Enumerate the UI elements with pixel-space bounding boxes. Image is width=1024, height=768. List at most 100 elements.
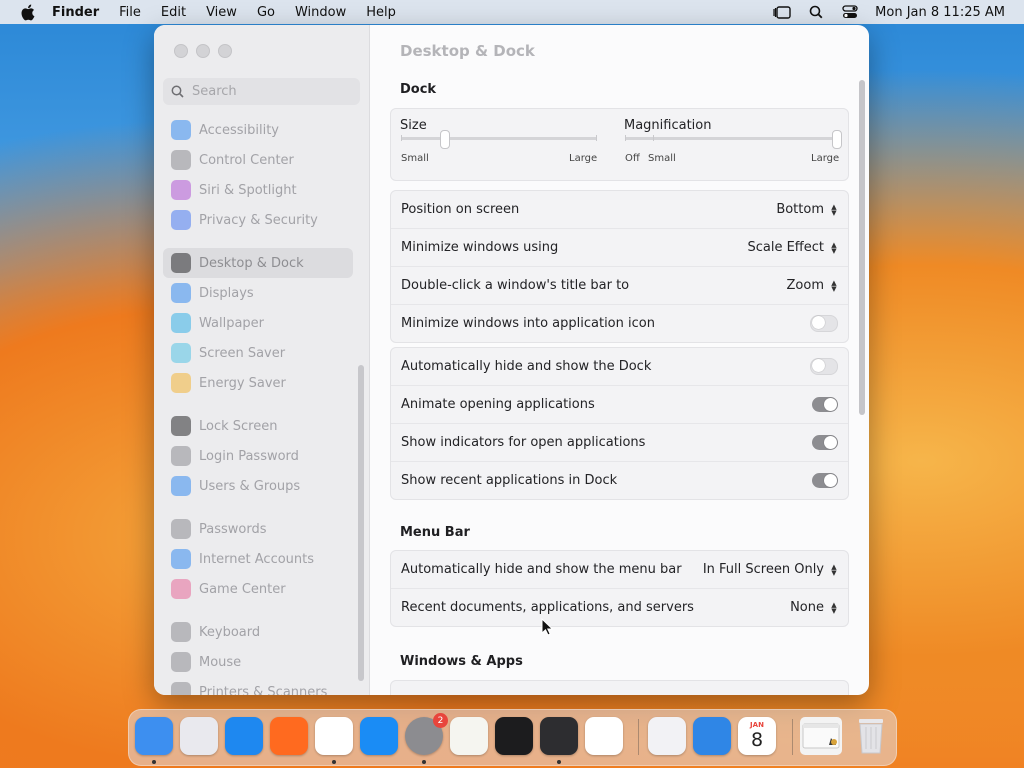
sidebar-item-passwords[interactable]: Passwords — [163, 514, 353, 544]
menu-go[interactable]: Go — [257, 5, 275, 20]
sidebar-item-label: Desktop & Dock — [199, 255, 304, 271]
magnification-slider-track[interactable] — [625, 137, 838, 140]
visual-studio-icon[interactable] — [648, 717, 686, 755]
recent-items-value: None — [790, 600, 824, 615]
sidebar-item-accessibility[interactable]: Accessibility — [163, 115, 353, 145]
mouse-icon — [171, 652, 191, 672]
sidebar-item-control-center[interactable]: Control Center — [163, 145, 353, 175]
size-slider-tick — [401, 135, 402, 141]
sidebar-item-desktop-dock[interactable]: Desktop & Dock — [163, 248, 353, 278]
double-click-title-bar-popup[interactable]: Zoom ▲ ▼ — [787, 278, 838, 293]
minimize-into-app-icon-toggle[interactable] — [810, 315, 838, 332]
sidebar-item-energy-saver[interactable]: Energy Saver — [163, 368, 353, 398]
sidebar-item-siri-spotlight[interactable]: Siri & Spotlight — [163, 175, 353, 205]
auto-hide-dock-toggle[interactable] — [810, 358, 838, 375]
animate-opening-apps-toggle[interactable] — [812, 397, 838, 412]
position-on-screen-popup[interactable]: Bottom ▲ ▼ — [776, 202, 838, 217]
close-button[interactable] — [174, 44, 188, 58]
sidebar-item-internet-accounts[interactable]: Internet Accounts — [163, 544, 353, 574]
auto-hide-menu-bar-popup[interactable]: In Full Screen Only ▲ ▼ — [703, 562, 838, 577]
safari-icon[interactable] — [225, 717, 263, 755]
size-slider-thumb[interactable] — [440, 130, 451, 149]
sidebar-item-mouse[interactable]: Mouse — [163, 647, 353, 677]
magnification-slider-block: Magnification — [624, 118, 838, 133]
sidebar-item-printers-scanners[interactable]: Printers & Scanners — [163, 677, 353, 695]
recent-items-popup[interactable]: None ▲ ▼ — [790, 600, 838, 615]
double-click-title-bar-label: Double-click a window's title bar to — [401, 278, 630, 293]
show-indicators-toggle[interactable] — [812, 435, 838, 450]
spotlight-search-icon[interactable] — [807, 5, 825, 19]
minimize-button[interactable] — [196, 44, 210, 58]
sidebar-item-keyboard[interactable]: Keyboard — [163, 617, 353, 647]
firefox-icon[interactable] — [270, 717, 308, 755]
trash-icon[interactable] — [852, 717, 890, 755]
dock-section-heading: Dock — [400, 82, 437, 97]
calendar-icon[interactable]: JAN 8 — [738, 717, 776, 755]
auto-hide-dock-row: Automatically hide and show the Dock — [391, 348, 848, 386]
finder-icon[interactable] — [135, 717, 173, 755]
instruments-icon[interactable] — [540, 717, 578, 755]
sidebar-item-displays[interactable]: Displays — [163, 278, 353, 308]
show-recent-apps-toggle[interactable] — [812, 473, 838, 488]
menu-file[interactable]: File — [119, 5, 141, 20]
sidebar-scrollbar[interactable] — [358, 365, 364, 681]
content-scrollbar[interactable] — [859, 80, 865, 415]
menu-bar-clock[interactable]: Mon Jan 8 11:25 AM — [875, 5, 1005, 20]
sidebar-item-label: Keyboard — [199, 624, 261, 640]
minimize-effect-label: Minimize windows using — [401, 240, 559, 255]
toggle-knob — [812, 359, 825, 372]
sidebar-item-label: Energy Saver — [199, 375, 286, 391]
show-indicators-label: Show indicators for open applications — [401, 435, 646, 450]
size-max-label: Large — [569, 153, 598, 164]
system-settings-icon[interactable]: 2 — [405, 713, 448, 755]
sidebar-item-lock-screen[interactable]: Lock Screen — [163, 411, 353, 441]
apple-menu-icon[interactable] — [19, 4, 35, 20]
size-slider-track[interactable] — [401, 137, 597, 140]
menu-app-name[interactable]: Finder — [52, 5, 99, 20]
menu-help[interactable]: Help — [366, 5, 396, 20]
stage-manager-icon[interactable] — [773, 5, 791, 19]
vscode-icon[interactable] — [585, 717, 623, 755]
popup-chevrons-icon: ▲ ▼ — [831, 278, 837, 293]
position-on-screen-value: Bottom — [776, 202, 824, 217]
sidebar-item-wallpaper[interactable]: Wallpaper — [163, 308, 353, 338]
menu-view[interactable]: View — [206, 5, 237, 20]
launchpad-icon[interactable] — [180, 717, 218, 755]
zoom-button[interactable] — [218, 44, 232, 58]
key-icon — [171, 519, 191, 539]
menu-edit[interactable]: Edit — [161, 5, 186, 20]
popup-chevrons-icon: ▲ ▼ — [831, 202, 837, 217]
wallpaper-icon — [171, 313, 191, 333]
popup-chevrons-icon: ▲ ▼ — [831, 240, 837, 255]
app-store-icon[interactable] — [360, 717, 398, 755]
sidebar-item-label: Users & Groups — [199, 478, 301, 494]
magnification-slider-thumb[interactable] — [832, 130, 842, 149]
minimize-effect-popup[interactable]: Scale Effect ▲ ▼ — [747, 240, 838, 255]
popup-chevrons-icon: ▲ ▼ — [831, 600, 837, 615]
displays-icon — [171, 283, 191, 303]
terminal-icon[interactable] — [495, 717, 533, 755]
sidebar-item-privacy-security[interactable]: Privacy & Security — [163, 205, 353, 235]
search-icon — [171, 85, 185, 99]
recent-document-icon[interactable] — [800, 717, 842, 755]
toggle-knob — [812, 316, 825, 329]
weather-icon[interactable] — [693, 717, 731, 755]
chrome-icon[interactable] — [315, 717, 353, 755]
magnification-max-label: Large — [811, 153, 840, 164]
toggle-knob — [824, 398, 837, 411]
textedit-icon[interactable] — [450, 717, 488, 755]
running-indicator — [422, 760, 426, 764]
sidebar-item-label: Mouse — [199, 654, 242, 670]
sidebar-item-login-password[interactable]: Login Password — [163, 441, 353, 471]
running-indicator — [152, 760, 156, 764]
search-placeholder: Search — [192, 84, 237, 99]
control-center-icon[interactable] — [841, 5, 859, 19]
search-field[interactable]: Search — [163, 78, 360, 105]
sidebar-item-screen-saver[interactable]: Screen Saver — [163, 338, 353, 368]
sidebar-item-game-center[interactable]: Game Center — [163, 574, 353, 604]
menu-window[interactable]: Window — [295, 5, 346, 20]
sidebar-item-users-groups[interactable]: Users & Groups — [163, 471, 353, 501]
